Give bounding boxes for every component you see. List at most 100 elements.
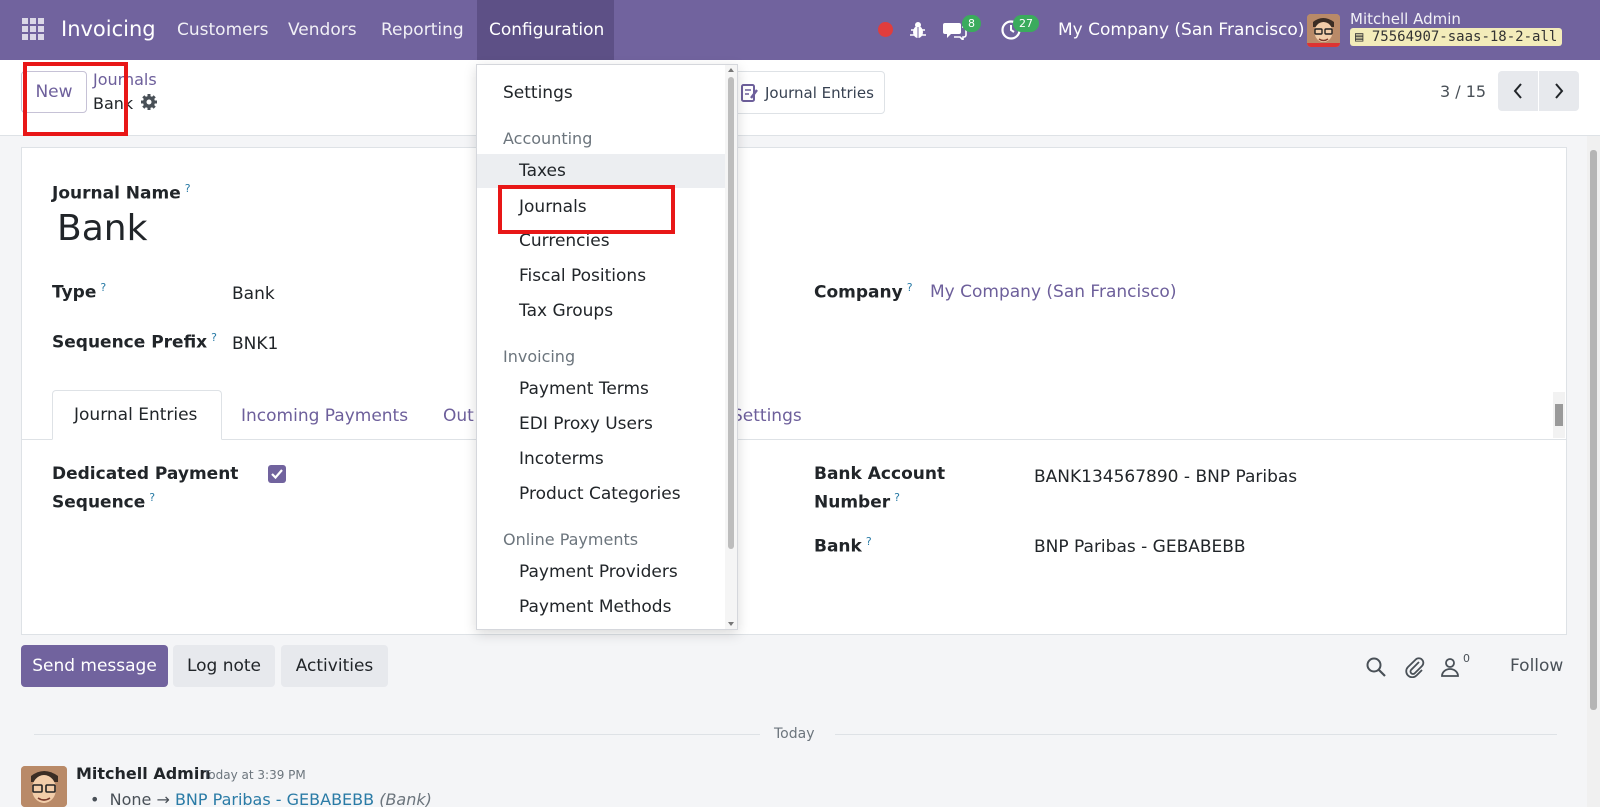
company-switcher[interactable]: My Company (San Francisco) (1058, 20, 1304, 40)
bank-account-field[interactable]: BANK134567890 - BNP Paribas (1034, 467, 1297, 487)
activities-button[interactable]: Activities (281, 645, 388, 687)
dropdown-hover-highlight (477, 154, 725, 188)
app-menu-icon[interactable] (22, 18, 44, 40)
activity-count-badge: 27 (1013, 15, 1039, 32)
dropdown-scrollbar-thumb[interactable] (728, 77, 734, 549)
tabs-scrollbar-thumb[interactable] (1555, 404, 1563, 426)
pager-previous-button[interactable] (1498, 71, 1538, 111)
menu-configuration[interactable]: Configuration (477, 0, 614, 60)
dropdown-item-tax-groups[interactable]: Tax Groups (519, 301, 613, 321)
pager-value[interactable]: 3 / 15 (1440, 82, 1486, 101)
help-tooltip[interactable]: ? (211, 331, 217, 344)
dropdown-item-payment-methods[interactable]: Payment Methods (519, 597, 671, 617)
dedicated-payment-checkbox[interactable] (268, 465, 286, 483)
journal-name-input[interactable]: Bank (57, 208, 147, 249)
help-tooltip[interactable]: ? (100, 281, 106, 294)
pager-next-button[interactable] (1539, 71, 1579, 111)
sequence-prefix-input[interactable]: BNK1 (232, 334, 278, 354)
user-name[interactable]: Mitchell Admin (1350, 10, 1461, 28)
chat-count-badge: 8 (962, 15, 981, 32)
menu-vendors[interactable]: Vendors (288, 20, 357, 40)
journal-entries-smart-button[interactable]: Journal Entries (728, 71, 885, 114)
follow-button[interactable]: Follow (1510, 656, 1563, 676)
dropdown-item-settings[interactable]: Settings (503, 83, 573, 103)
dropdown-item-payment-terms[interactable]: Payment Terms (519, 379, 649, 399)
record-icon[interactable] (878, 22, 893, 37)
bank-account-label-line2: Number? (814, 491, 900, 513)
tracking-old-value: None (109, 790, 152, 807)
journal-name-label-text: Journal Name (52, 183, 181, 204)
today-divider-left (34, 734, 760, 735)
sequence-prefix-label-text: Sequence Prefix (52, 332, 208, 353)
today-divider-right (835, 734, 1557, 735)
followers-icon[interactable] (1439, 656, 1461, 678)
log-note-button[interactable]: Log note (173, 645, 275, 687)
tracking-value: • None → BNP Paribas - GEBABEBB (Bank) (90, 790, 432, 807)
database-name: 75564907-saas-18-2-all (1371, 29, 1558, 45)
dropdown-item-product-categories[interactable]: Product Categories (519, 484, 681, 504)
database-icon: ▤ (1355, 29, 1364, 45)
page-scrollbar-thumb[interactable] (1590, 150, 1597, 710)
tabs-scrollbar[interactable] (1553, 392, 1565, 438)
dropdown-scrollbar[interactable] (725, 65, 737, 629)
dropdown-item-edi-proxy-users[interactable]: EDI Proxy Users (519, 414, 653, 434)
sequence-prefix-label: Sequence Prefix? (52, 331, 217, 353)
page-scrollbar[interactable] (1587, 136, 1600, 807)
database-badge: ▤ 75564907-saas-18-2-all (1350, 28, 1563, 46)
type-select[interactable]: Bank (232, 284, 275, 304)
tab-outgoing-payments[interactable]: Out (443, 406, 474, 426)
menu-customers[interactable]: Customers (177, 20, 268, 40)
top-navbar: Invoicing Customers Vendors Reporting Co… (0, 0, 1600, 60)
message-avatar[interactable] (21, 766, 67, 807)
company-label-text: Company (814, 282, 903, 303)
message-avatar-image (21, 766, 67, 807)
search-icon[interactable] (1365, 656, 1387, 678)
dedicated-payment-label-line1: Dedicated Payment (52, 464, 239, 484)
help-tooltip[interactable]: ? (907, 281, 913, 294)
bank-account-label-text: Number (814, 492, 891, 513)
highlight-box-new (23, 62, 128, 136)
scroll-up-arrow-icon[interactable] (728, 68, 734, 72)
dedicated-payment-label-text: Sequence (52, 492, 146, 513)
help-tooltip[interactable]: ? (149, 491, 155, 504)
tracking-field-name: (Bank) (379, 790, 432, 807)
tracking-new-value[interactable]: BNP Paribas - GEBABEBB (175, 790, 374, 807)
bank-field[interactable]: BNP Paribas - GEBABEBB (1034, 537, 1246, 557)
user-avatar[interactable] (1307, 14, 1340, 47)
bank-label-text: Bank (814, 536, 862, 557)
tab-incoming-payments[interactable]: Incoming Payments (241, 406, 408, 426)
help-tooltip[interactable]: ? (185, 182, 191, 195)
paperclip-icon[interactable] (1404, 656, 1426, 678)
menu-reporting[interactable]: Reporting (381, 20, 464, 40)
type-label-text: Type (52, 282, 97, 303)
dropdown-item-payment-providers[interactable]: Payment Providers (519, 562, 678, 582)
dropdown-item-currencies[interactable]: Currencies (519, 231, 610, 251)
dropdown-item-fiscal-positions[interactable]: Fiscal Positions (519, 266, 646, 286)
message-author[interactable]: Mitchell Admin (76, 764, 211, 783)
chevron-left-icon (1513, 83, 1522, 99)
tab-advanced-settings[interactable]: Settings (732, 406, 802, 426)
type-label: Type? (52, 281, 106, 303)
company-field[interactable]: My Company (San Francisco) (930, 282, 1176, 302)
journal-entries-label: Journal Entries (765, 84, 874, 102)
form-sheet (21, 147, 1567, 635)
bug-icon[interactable] (909, 20, 927, 40)
chevron-right-icon (1555, 83, 1564, 99)
app-name[interactable]: Invoicing (61, 17, 156, 41)
bank-label: Bank? (814, 535, 872, 557)
arrow-right-icon: → (156, 790, 170, 807)
dropdown-item-incoterms[interactable]: Incoterms (519, 449, 604, 469)
dropdown-header-online-payments: Online Payments (503, 530, 639, 549)
help-tooltip[interactable]: ? (866, 535, 872, 548)
edit-document-icon (741, 84, 758, 102)
gear-icon[interactable] (140, 93, 158, 111)
dedicated-payment-label-line2: Sequence? (52, 491, 155, 513)
bank-account-label-line1: Bank Account (814, 464, 946, 484)
tab-journal-entries[interactable]: Journal Entries (52, 390, 222, 440)
tabs-divider (21, 439, 1567, 440)
help-tooltip[interactable]: ? (894, 491, 900, 504)
send-message-button[interactable]: Send message (21, 645, 168, 687)
dropdown-item-taxes[interactable]: Taxes (519, 161, 566, 181)
scroll-down-arrow-icon[interactable] (728, 622, 734, 626)
message-time: Today at 3:39 PM (203, 768, 306, 782)
